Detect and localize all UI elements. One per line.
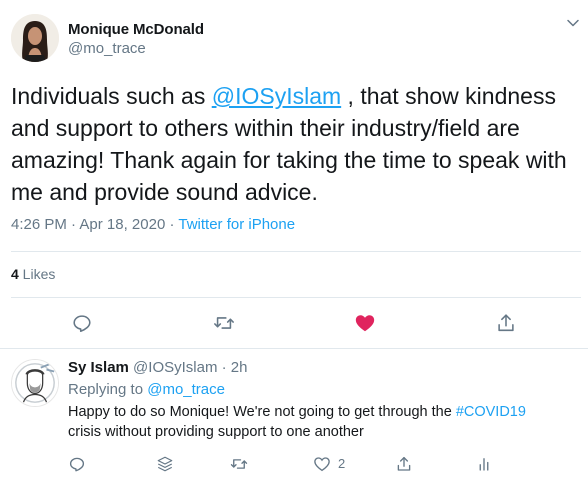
tweet-meta: 4:26 PM · Apr 18, 2020 · Twitter for iPh… (11, 216, 295, 233)
reply-time[interactable]: 2h (231, 359, 248, 376)
meta-separator: · (66, 216, 80, 233)
hashtag-link[interactable]: #COVID19 (456, 404, 526, 420)
share-icon[interactable] (395, 455, 413, 473)
like-icon[interactable] (313, 455, 331, 473)
reply-text: Happy to do so Monique! We're not going … (68, 402, 573, 442)
likes-label: Likes (18, 266, 56, 282)
replying-prefix: Replying to (68, 381, 148, 398)
reply-header: Sy Islam @IOSyIslam · 2h (68, 359, 247, 376)
reply-tweet[interactable]: Sy Islam @IOSyIslam · 2h Replying to @mo… (0, 350, 588, 486)
author-handle[interactable]: @mo_trace (68, 40, 146, 57)
tweet-text-part: Individuals such as (11, 83, 212, 109)
tweet-date[interactable]: Apr 18, 2020 (79, 216, 165, 233)
likes-count[interactable]: 4 Likes (11, 266, 55, 282)
reply-text-part: Happy to do so Monique! We're not going … (68, 404, 456, 420)
tweet-time[interactable]: 4:26 PM (11, 216, 67, 233)
tweet-source-link[interactable]: Twitter for iPhone (178, 216, 295, 233)
reply-like-count: 2 (338, 456, 346, 471)
retweet-icon[interactable] (230, 455, 248, 473)
chevron-down-icon[interactable] (566, 16, 580, 30)
reply-author-handle[interactable]: @IOSyIslam (133, 359, 217, 376)
avatar[interactable] (11, 359, 59, 407)
reply-author-name[interactable]: Sy Islam (68, 359, 129, 376)
replying-to-link[interactable]: @mo_trace (147, 381, 225, 398)
stack-icon[interactable] (156, 455, 174, 473)
meta-separator: · (165, 216, 179, 233)
author-name[interactable]: Monique McDonald (68, 21, 204, 38)
reply-text-part: crisis without providing support to one … (68, 424, 364, 440)
avatar[interactable] (11, 14, 59, 62)
divider (11, 251, 581, 252)
replying-to: Replying to @mo_trace (68, 381, 225, 398)
divider (11, 297, 581, 298)
share-icon[interactable] (495, 312, 517, 334)
likes-number: 4 (11, 266, 19, 282)
dot-separator: · (217, 359, 231, 376)
retweet-icon[interactable] (213, 312, 235, 334)
like-icon-filled[interactable] (354, 312, 376, 334)
reply-icon[interactable] (71, 312, 93, 334)
main-tweet: Monique McDonald @mo_trace Individuals s… (0, 0, 588, 349)
reply-icon[interactable] (68, 455, 86, 473)
tweet-text: Individuals such as @IOSyIslam , that sh… (11, 80, 581, 208)
analytics-icon[interactable] (475, 455, 493, 473)
mention-link[interactable]: @IOSyIslam (212, 83, 341, 109)
